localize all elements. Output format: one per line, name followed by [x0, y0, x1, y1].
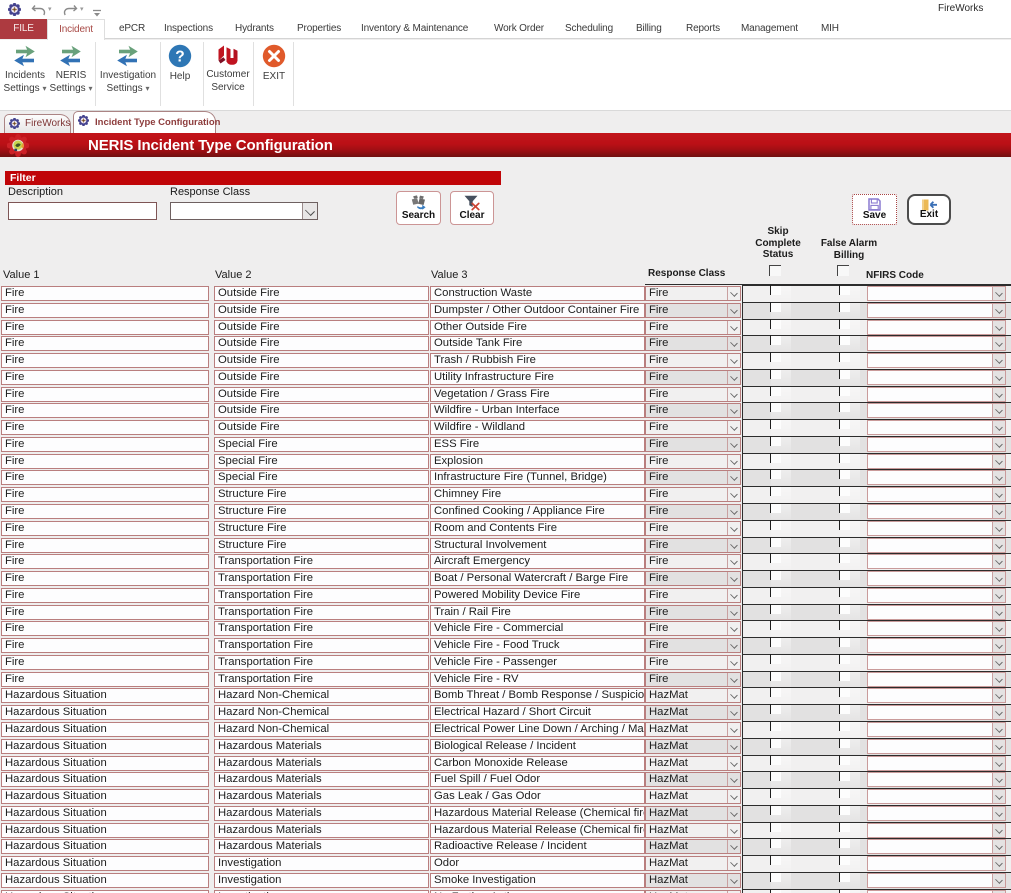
- svg-text:?: ?: [175, 49, 184, 66]
